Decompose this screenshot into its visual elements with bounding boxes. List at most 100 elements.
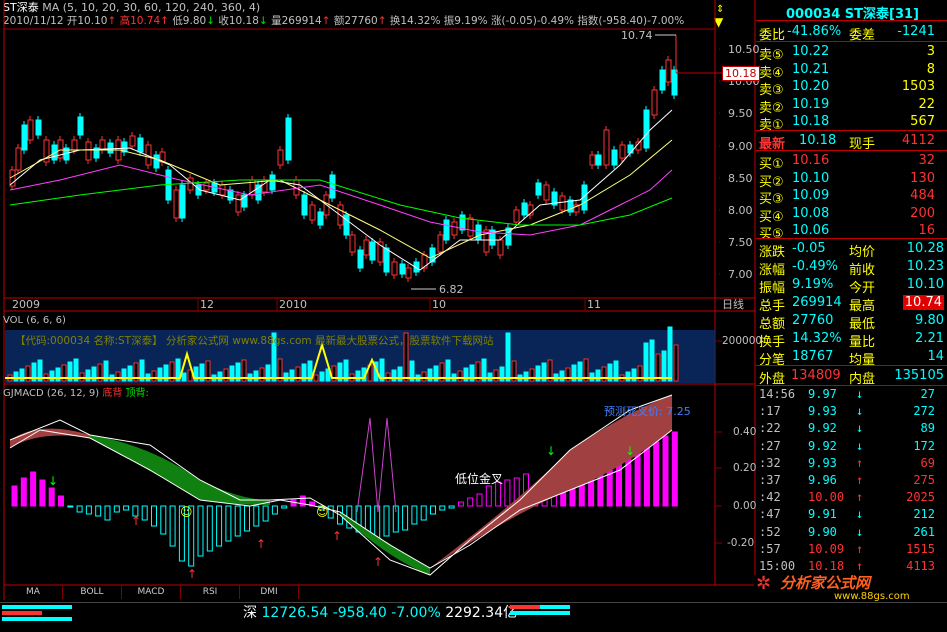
sell-row: 卖③ 10.20 1503 [759, 79, 935, 99]
macd-bar [95, 505, 102, 517]
period-label: 日线 [722, 298, 744, 311]
volume-bar [13, 371, 19, 382]
candle-body [173, 189, 180, 219]
volume-bar [253, 370, 259, 382]
macd-bar [485, 485, 492, 507]
buy-row: 买④ 10.08 200 [759, 205, 935, 225]
index-ticker: 深 12726.54 -958.40 -7.00% 2292.34亿 [243, 605, 518, 621]
high-price-label: 10.74 [621, 29, 653, 42]
candle-body [603, 129, 610, 166]
volume-bar [19, 368, 25, 382]
candle-body [369, 241, 376, 261]
stat-row: 涨跌 -0.05 均价 10.28 [759, 241, 944, 260]
stat-row: 总额 27760 最低 9.80 [759, 313, 944, 332]
volume-bar [319, 371, 325, 382]
tick-row: :47 9.91 ↓ 212 [759, 507, 935, 522]
sell-row: 卖② 10.19 22 [759, 96, 935, 116]
candle-body [269, 174, 276, 191]
candle-body [235, 194, 242, 213]
macd-bar [643, 445, 650, 507]
logo-icon: ✲ [756, 573, 772, 594]
macd-bar [476, 493, 483, 507]
volume-bar [559, 370, 565, 382]
candle-body [559, 195, 566, 211]
down-arrow-icon: ↓ [546, 444, 556, 458]
up-arrow-icon: ↑ [373, 555, 383, 569]
macd-bar [457, 501, 464, 507]
candle-body [99, 139, 106, 151]
macd-bar [262, 505, 269, 522]
volume-bar [505, 332, 511, 382]
volume-bar [217, 371, 223, 382]
macd-bar [439, 505, 446, 511]
tick-row: 14:56 9.97 ↓ 27 [759, 387, 935, 401]
vol-title: VOL (6, 6, 6) [3, 315, 66, 326]
volume-bar [259, 367, 265, 382]
candle-body [611, 149, 618, 166]
macd-bar [448, 505, 455, 509]
candle-body [21, 124, 28, 151]
weibi-row: 委比 -41.86% 委差 -1241 [759, 24, 935, 43]
latest-row: 最新 10.18 现手 4112 [759, 133, 935, 152]
ma-line [9, 109, 673, 271]
up-arrow-icon: ↑ [856, 473, 864, 487]
volume-bar [157, 367, 163, 382]
tick-row: :52 9.90 ↓ 261 [759, 524, 935, 539]
volume-bar [121, 368, 127, 382]
volume-bar [565, 367, 571, 382]
candle-body [659, 69, 666, 91]
tab-boll[interactable]: BOLL [63, 585, 122, 599]
candle-body [107, 142, 114, 154]
candle-body [301, 194, 308, 216]
tick-row: :17 9.93 ↓ 272 [759, 404, 935, 419]
candle-body [665, 59, 672, 83]
macd-bar [383, 505, 390, 537]
candle-body [627, 144, 634, 154]
tab-macd[interactable]: MACD [122, 585, 181, 599]
candle-body [543, 184, 550, 201]
volume-bar [49, 370, 55, 382]
ma-line [9, 139, 673, 259]
macd-bar [234, 505, 241, 537]
macd-header: GJMACD (26, 12, 9) 底背 顶背: [3, 388, 149, 399]
candle-body [309, 204, 316, 221]
candle-body [521, 202, 528, 216]
candle-body [595, 154, 602, 166]
up-arrow-icon: ↑ [256, 537, 266, 551]
candle-body [643, 109, 650, 149]
candle-body [399, 263, 406, 275]
tab-rsi[interactable]: RSI [181, 585, 240, 599]
candle-body [27, 119, 34, 141]
macd-bar [671, 431, 678, 507]
buy-row: 买② 10.10 130 [759, 170, 935, 190]
down-arrow-icon: ↓ [856, 507, 864, 522]
macd-bar [420, 505, 427, 521]
macd-bar [197, 505, 204, 557]
low-price-label: 6.82 [439, 283, 464, 296]
volume-bar [493, 369, 499, 382]
macd-bar [467, 497, 474, 507]
volume-bar [673, 344, 679, 382]
macd-bar [411, 505, 418, 525]
down-arrow-icon: ↓ [856, 387, 864, 401]
tab-dmi[interactable]: DMI [240, 585, 299, 599]
sell-row: 卖⑤ 10.22 3 [759, 44, 935, 63]
candle-body [85, 141, 92, 161]
macd-bar [113, 505, 120, 513]
candle-body [443, 219, 450, 241]
macd-bar [104, 505, 111, 521]
volume-bar [391, 369, 397, 382]
up-arrow-icon: ↑ [187, 567, 197, 581]
stat-row: 涨幅 -0.49% 前收 10.23 [759, 259, 944, 278]
candle-body [467, 217, 474, 237]
macd-bar [123, 505, 130, 511]
tick-row: :42 10.00 ↑ 2025 [759, 490, 935, 505]
stat-row: 总手 269914 最高 10.74 [759, 295, 944, 314]
candle-body [497, 239, 504, 256]
sell-row: 卖① 10.18 567 [759, 114, 935, 134]
volume-bar [457, 370, 463, 382]
volume-bar [85, 369, 91, 382]
tab-ma[interactable]: MA [4, 585, 63, 599]
candle-body [535, 182, 542, 196]
sell-row: 卖④ 10.21 8 [759, 61, 935, 81]
